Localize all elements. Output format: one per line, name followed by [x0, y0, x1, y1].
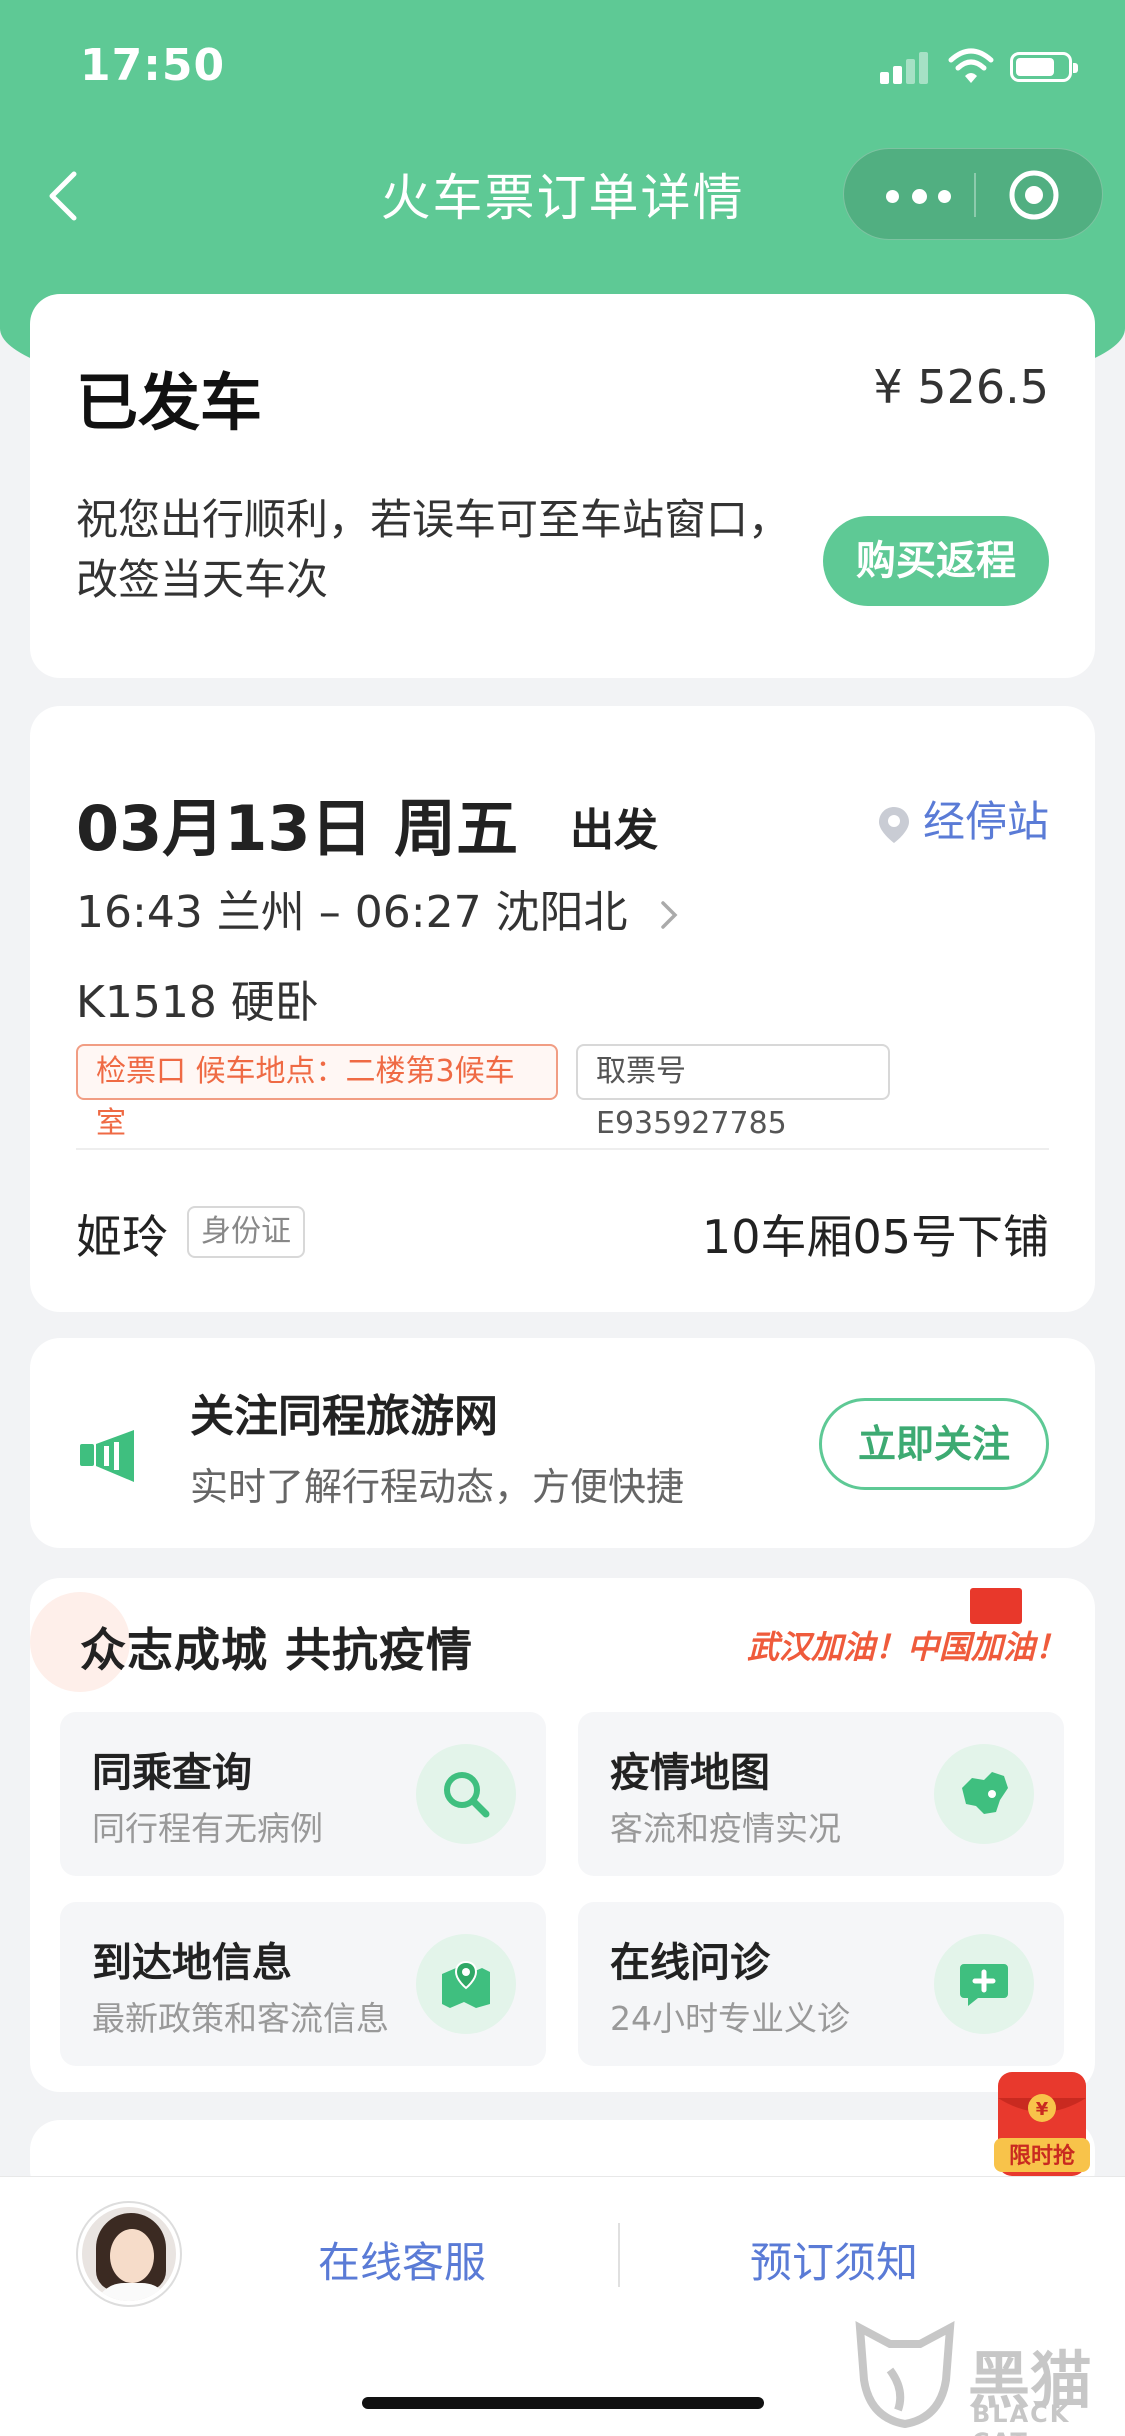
tile-title: 疫情地图	[610, 1750, 770, 1796]
location-pin-icon	[878, 806, 909, 843]
booking-notice-link[interactable]: 预订须知	[750, 2229, 918, 2290]
epidemic-slogan: 武汉加油！中国加油！	[746, 1628, 1067, 1666]
seat-info: 10车厢05号下铺	[701, 1210, 1049, 1264]
home-indicator	[362, 2397, 764, 2409]
red-packet-icon: ¥ 限时抢	[994, 2072, 1090, 2176]
follow-subtitle: 实时了解行程动态，方便快捷	[190, 1465, 685, 1509]
map-pin-icon	[416, 1934, 516, 2034]
follow-title: 关注同程旅游网	[190, 1391, 498, 1442]
svg-text:¥: ¥	[1036, 2099, 1049, 2120]
watermark-subtext: BLACK CAT	[972, 2400, 1071, 2436]
stops-label: 经停站	[922, 797, 1049, 846]
tile-online-consultation[interactable]: 在线问诊 24小时专业义诊	[578, 1902, 1064, 2066]
order-status-message: 祝您出行顺利，若误车可至车站窗口，改签当天车次	[76, 495, 791, 604]
bottom-divider	[618, 2223, 620, 2287]
order-status-card: 已发车 ¥ 526.5 祝您出行顺利，若误车可至车站窗口，改签当天车次 购买返程	[30, 294, 1095, 678]
follow-card: 关注同程旅游网 实时了解行程动态，方便快捷 立即关注	[30, 1338, 1095, 1548]
trip-route-text: 16:43 兰州 – 06:27 沈阳北	[76, 887, 628, 938]
close-miniprogram-icon[interactable]	[1006, 167, 1062, 223]
tile-subtitle: 最新政策和客流信息	[92, 1999, 389, 2038]
black-cat-logo	[855, 2321, 955, 2429]
tile-subtitle: 24小时专业义诊	[610, 1999, 850, 2038]
passenger-name: 姬玲	[76, 1210, 168, 1264]
search-icon	[416, 1744, 516, 1844]
battery-icon	[1010, 52, 1078, 82]
service-avatar[interactable]	[78, 2203, 180, 2305]
china-flag-icon	[970, 1588, 1022, 1624]
order-status-title: 已发车	[76, 366, 263, 439]
tile-epidemic-map[interactable]: 疫情地图 客流和疫情实况	[578, 1712, 1064, 1876]
wifi-icon	[948, 48, 994, 83]
more-icon[interactable]	[874, 149, 964, 241]
signal-icon	[880, 50, 930, 84]
online-service-link[interactable]: 在线客服	[318, 2229, 486, 2290]
miniprogram-capsule	[843, 148, 1103, 240]
tile-destination-info[interactable]: 到达地信息 最新政策和客流信息	[60, 1902, 546, 2066]
tile-subtitle: 同行程有无病例	[92, 1809, 323, 1848]
trip-card: 03月13日 周五 出发 经停站 16:43 兰州 – 06:27 沈阳北 K1…	[30, 706, 1095, 1312]
trip-route[interactable]: 16:43 兰州 – 06:27 沈阳北	[76, 876, 684, 940]
status-bar: 17:50	[0, 0, 1125, 130]
train-info: K1518 硬卧	[76, 977, 319, 1028]
gate-tag: 检票口 候车地点：二楼第3候车室	[76, 1044, 558, 1141]
tile-title: 同乘查询	[92, 1750, 252, 1796]
tile-fellow-passenger[interactable]: 同乘查询 同行程有无病例	[60, 1712, 546, 1876]
trip-date: 03月13日 周五	[76, 792, 519, 865]
stops-link[interactable]: 经停站	[877, 788, 1049, 849]
order-price: ¥ 526.5	[873, 360, 1049, 414]
chat-plus-icon	[934, 1934, 1034, 2034]
status-time: 17:50	[80, 40, 226, 91]
trip-depart-label: 出发	[570, 805, 658, 856]
epidemic-card: 众志成城 共抗疫情 武汉加油！中国加油！ 同乘查询 同行程有无病例 疫情地图 客…	[30, 1578, 1095, 2092]
buy-return-button[interactable]: 购买返程	[823, 516, 1049, 606]
china-map-icon	[934, 1744, 1034, 1844]
promo-label: 限时抢	[1009, 2143, 1076, 2169]
capsule-divider	[974, 173, 976, 217]
watermark: 黑猫 BLACK CAT	[850, 2320, 1120, 2436]
epidemic-title: 众志成城 共抗疫情	[80, 1623, 474, 1677]
tile-subtitle: 客流和疫情实况	[610, 1809, 841, 1848]
follow-button[interactable]: 立即关注	[819, 1398, 1049, 1490]
megaphone-icon	[80, 1430, 134, 1482]
promo-red-packet[interactable]: ¥ 限时抢	[980, 2068, 1100, 2178]
chevron-right-icon	[660, 901, 678, 929]
pickup-number-tag: 取票号 E935927785	[576, 1044, 890, 1141]
id-type-badge: 身份证	[187, 1206, 305, 1258]
divider	[76, 1148, 1049, 1150]
tile-title: 到达地信息	[92, 1940, 292, 1986]
tile-title: 在线问诊	[610, 1940, 770, 1986]
